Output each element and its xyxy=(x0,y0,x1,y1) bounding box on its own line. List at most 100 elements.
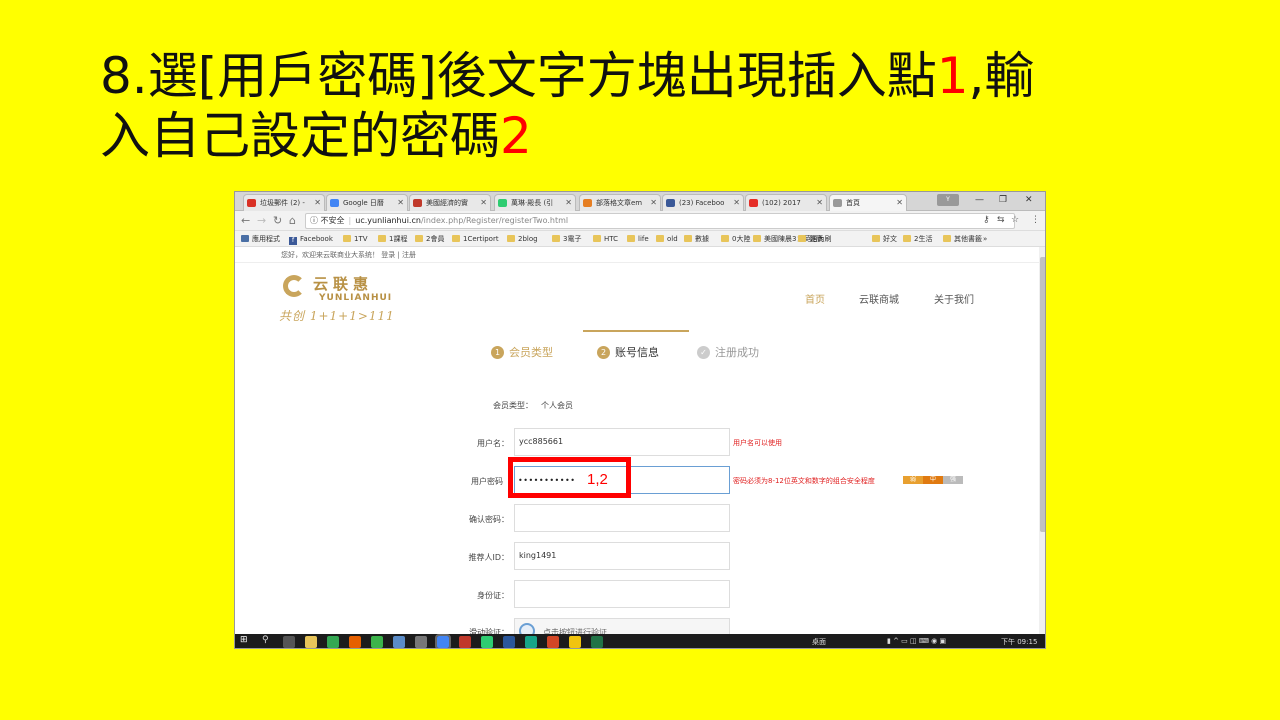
username-input[interactable]: ycc885661 xyxy=(514,428,730,456)
title-text-1b: ,輸 xyxy=(968,47,1035,105)
tab-6[interactable]: (102) 2017 ✕ xyxy=(745,194,827,211)
folder-icon xyxy=(656,235,664,242)
bookmark-7[interactable]: 3電子 xyxy=(552,234,581,244)
tab-0[interactable]: 垃圾郵件 (2) - ✕ xyxy=(243,194,325,211)
tab-close-icon[interactable]: ✕ xyxy=(314,195,321,211)
info-icon[interactable]: ⓘ xyxy=(310,216,318,225)
tab-close-icon[interactable]: ✕ xyxy=(733,195,740,211)
tab-label: 部落格文章em xyxy=(596,199,643,207)
nav-about[interactable]: 关于我们 xyxy=(934,291,974,306)
tab-label: (102) 2017 xyxy=(762,199,801,207)
web-page: 您好，欢迎来云联商业大系统！ 登录 | 注册 云联惠 YUNLIANHUI 共创… xyxy=(235,247,1039,642)
tab-favicon-icon xyxy=(247,199,256,207)
chrome-icon[interactable] xyxy=(327,636,339,648)
bookmark-11[interactable]: 數據 xyxy=(684,234,709,244)
app-icon-2[interactable] xyxy=(415,636,427,648)
tab-close-icon[interactable]: ✕ xyxy=(565,195,572,211)
home-icon[interactable]: ⌂ xyxy=(289,214,296,227)
chrome-active-icon[interactable] xyxy=(435,634,451,648)
strength-medium: 中 xyxy=(923,476,943,484)
bookmarks-overflow-icon[interactable]: » xyxy=(983,234,987,244)
tab-close-icon[interactable]: ✕ xyxy=(650,195,657,211)
bookmark-10[interactable]: old xyxy=(656,234,678,244)
active-step-indicator xyxy=(583,330,689,332)
desktop-label[interactable]: 桌面 xyxy=(812,637,826,647)
confirm-password-label: 确认密码： xyxy=(469,515,509,524)
tab-favicon-icon xyxy=(498,199,507,207)
address-bar: ← → ↻ ⌂ ⓘ 不安全 | uc.yunlianhui.cn/index.php… xyxy=(235,211,1045,231)
idcard-label: 身份证： xyxy=(477,591,509,600)
bookmark-label: 1課程 xyxy=(389,235,408,243)
bookmark-6[interactable]: 2blog xyxy=(507,234,538,244)
excel-icon[interactable] xyxy=(591,636,603,648)
app-icon-4[interactable] xyxy=(525,636,537,648)
app-icon-5[interactable] xyxy=(569,636,581,648)
search-icon[interactable]: ⚲ xyxy=(262,635,269,645)
line-icon[interactable] xyxy=(371,636,383,648)
bookmark-8[interactable]: HTC xyxy=(593,234,618,244)
word-icon[interactable] xyxy=(503,636,515,648)
bookmark-3[interactable]: 1課程 xyxy=(378,234,407,244)
bookmark-4[interactable]: 2會員 xyxy=(415,234,444,244)
nav-mall[interactable]: 云联商城 xyxy=(859,291,899,306)
powerpoint-icon[interactable] xyxy=(547,636,559,648)
idcard-input[interactable] xyxy=(514,580,730,608)
maximize-icon[interactable]: ❐ xyxy=(999,195,1007,205)
tab-close-icon[interactable]: ✕ xyxy=(816,195,823,211)
explorer-icon[interactable] xyxy=(305,636,317,648)
bookmark-2[interactable]: 1TV xyxy=(343,234,368,244)
bookmark-label: 1TV xyxy=(354,235,368,243)
site-logo[interactable]: 云联惠 YUNLIANHUI 共创 1+1+1>111 xyxy=(279,271,409,323)
tab-1[interactable]: Google 日曆 ✕ xyxy=(326,194,408,211)
tab-close-icon[interactable]: ✕ xyxy=(480,195,487,211)
tab-close-icon[interactable]: ✕ xyxy=(397,195,404,211)
confirm-password-input[interactable] xyxy=(514,504,730,532)
taskview-icon[interactable] xyxy=(283,636,295,648)
tab-4[interactable]: 部落格文章em ✕ xyxy=(579,194,661,211)
folder-icon xyxy=(721,235,729,242)
clock[interactable]: 下午 09:15 xyxy=(1001,637,1037,647)
tab-close-icon[interactable]: ✕ xyxy=(896,195,903,211)
tab-3[interactable]: 萬琳·殿長 (引 ✕ xyxy=(494,194,576,211)
bookmark-14[interactable]: 健康 xyxy=(798,234,823,244)
scrollbar-thumb[interactable] xyxy=(1040,257,1045,532)
logo-slogan: 共创 1+1+1>111 xyxy=(279,309,395,323)
bookmark-15[interactable]: 好文 xyxy=(872,234,897,244)
bookmark-0[interactable]: 應用程式 xyxy=(241,234,280,244)
tab-7[interactable]: 首頁 ✕ xyxy=(829,194,907,211)
start-icon[interactable]: ⊞ xyxy=(240,635,248,645)
bookmark-16[interactable]: 2生活 xyxy=(903,234,932,244)
close-icon[interactable]: ✕ xyxy=(1025,195,1033,205)
bookmark-12[interactable]: 0大陸 xyxy=(721,234,750,244)
bookmark-5[interactable]: 1Certiport xyxy=(452,234,499,244)
star-icon[interactable]: ☆ xyxy=(1011,215,1019,225)
app-icon-3[interactable] xyxy=(459,636,471,648)
bookmark-label: 健康 xyxy=(809,235,823,243)
menu-icon[interactable]: ⋮ xyxy=(1031,215,1040,225)
minimize-icon[interactable]: — xyxy=(975,195,984,205)
bookmark-9[interactable]: life xyxy=(627,234,649,244)
tray-icons[interactable]: ▮ ^ ▭ ◫ ⌨ ◉ ▣ xyxy=(887,637,946,645)
referrer-input[interactable]: king1491 xyxy=(514,542,730,570)
logo-cn: 云联惠 xyxy=(313,275,374,293)
welcome-bar: 您好，欢迎来云联商业大系统！ 登录 | 注册 xyxy=(235,247,1039,263)
firefox-icon[interactable] xyxy=(349,636,361,648)
bookmark-17[interactable]: 其他書籤 xyxy=(943,234,982,244)
username-hint: 用户名可以使用 xyxy=(733,439,782,447)
wechat-icon[interactable] xyxy=(481,636,493,648)
app-icon-1[interactable] xyxy=(393,636,405,648)
translate-icon[interactable]: ⇆ xyxy=(997,215,1005,225)
back-icon[interactable]: ← xyxy=(241,214,250,227)
key-icon[interactable]: ⚷ xyxy=(983,215,990,225)
apps-grid-icon xyxy=(241,235,249,242)
reload-icon[interactable]: ↻ xyxy=(273,214,282,227)
forward-icon[interactable]: → xyxy=(257,214,266,227)
url-field[interactable]: ⓘ 不安全 | uc.yunlianhui.cn/index.php/Registe… xyxy=(305,213,1015,229)
nav-home[interactable]: 首页 xyxy=(805,291,825,306)
tab-5[interactable]: (23) Faceboo ✕ xyxy=(662,194,744,211)
tab-2[interactable]: 美國經濟的實 ✕ xyxy=(409,194,491,211)
bookmark-1[interactable]: f Facebook xyxy=(289,234,333,245)
logo-en: YUNLIANHUI xyxy=(319,293,393,303)
slide-title: 8.選[用戶密碼]後文字方塊出現插入點1,輸 入自己設定的密碼2 xyxy=(100,46,1200,166)
bookmark-label: old xyxy=(667,235,678,243)
